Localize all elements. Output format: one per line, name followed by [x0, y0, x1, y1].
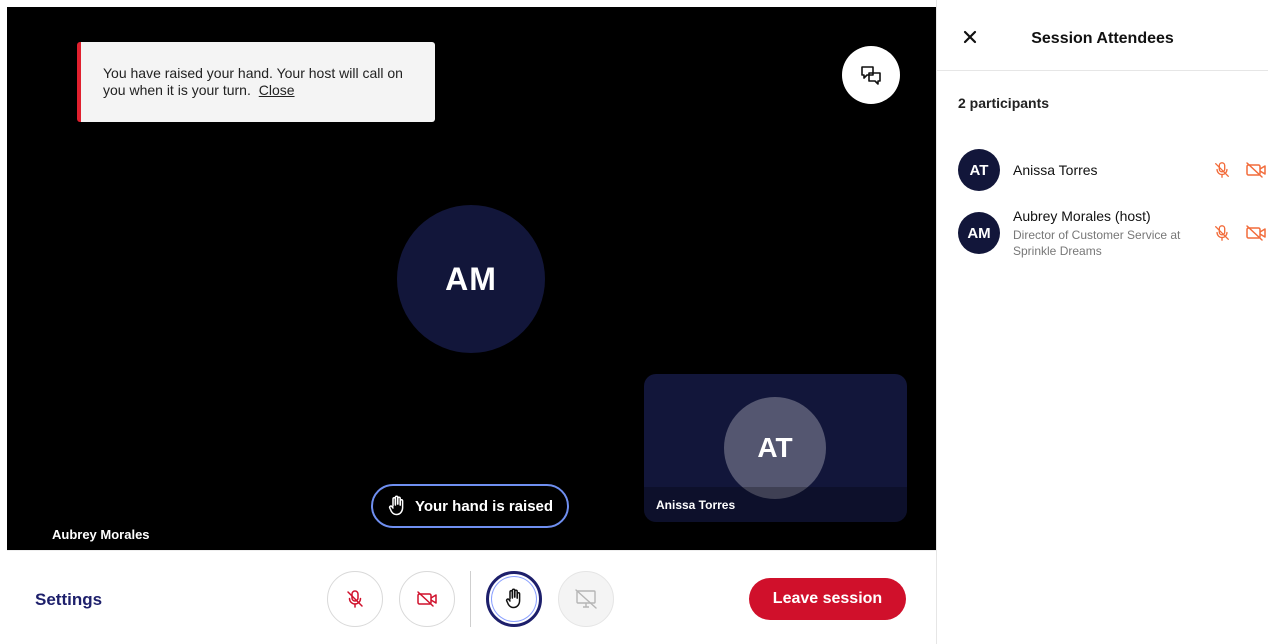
- raise-hand-notification: You have raised your hand. Your host wil…: [77, 42, 435, 122]
- hand-icon: [388, 495, 404, 516]
- main-speaker-avatar: AM: [397, 205, 545, 353]
- self-tile-name: Anissa Torres: [656, 498, 736, 512]
- self-video-tile: AT Anissa Torres: [644, 374, 907, 522]
- attendee-row: AM Aubrey Morales (host) Director of Cus…: [958, 208, 1268, 258]
- camera-off-icon: [417, 591, 437, 607]
- settings-button[interactable]: Settings: [35, 590, 102, 610]
- panel-divider: [937, 70, 1268, 71]
- video-stage: You have raised your hand. Your host wil…: [7, 7, 936, 551]
- camera-off-icon: [1246, 225, 1266, 241]
- chat-toggle-button[interactable]: [842, 46, 900, 104]
- notification-close-link[interactable]: Close: [259, 82, 295, 98]
- attendee-title: Director of Customer Service at Sprinkle…: [1013, 228, 1181, 258]
- hand-raised-indicator: Your hand is raised: [371, 484, 569, 528]
- self-avatar: AT: [724, 397, 826, 499]
- attendee-avatar: AM: [958, 212, 1000, 254]
- hand-icon: [505, 588, 521, 609]
- attendee-name: Anissa Torres: [1013, 162, 1098, 178]
- attendee-avatar: AT: [958, 149, 1000, 191]
- camera-toggle-button[interactable]: [399, 571, 455, 627]
- hand-raised-label: Your hand is raised: [414, 497, 554, 515]
- control-bar: Settings Leave session: [7, 551, 936, 644]
- attendee-name: Aubrey Morales (host): [1013, 208, 1151, 224]
- raise-hand-button[interactable]: [486, 571, 542, 627]
- chat-icon: [861, 66, 881, 85]
- microphone-toggle-button[interactable]: [327, 571, 383, 627]
- main-speaker-name: Aubrey Morales: [52, 527, 150, 542]
- mic-off-icon: [1215, 162, 1229, 178]
- mic-off-icon: [347, 590, 363, 608]
- panel-title: Session Attendees: [1031, 30, 1174, 47]
- mic-off-icon: [1215, 225, 1229, 241]
- leave-session-button[interactable]: Leave session: [749, 578, 906, 620]
- attendees-panel: Session Attendees 2 participants AT Anis…: [936, 0, 1268, 644]
- screen-share-button[interactable]: [558, 571, 614, 627]
- controls-divider: [470, 571, 471, 627]
- screen-share-off-icon: [575, 589, 597, 609]
- participant-count: 2 participants: [958, 95, 1050, 111]
- notification-message: You have raised your hand. Your host wil…: [103, 65, 403, 98]
- camera-off-icon: [1246, 162, 1266, 178]
- attendee-row: AT Anissa Torres: [958, 146, 1268, 194]
